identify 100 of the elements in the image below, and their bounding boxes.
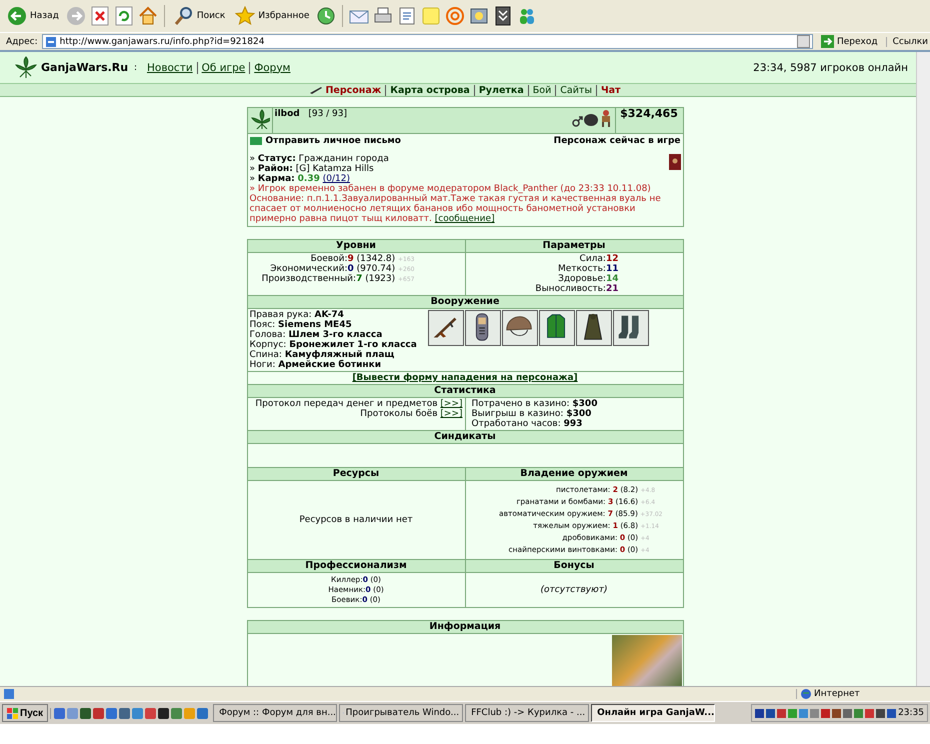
section-header: Статистика (247, 384, 683, 398)
toolbar-button[interactable]: Назад (4, 4, 62, 28)
helmet-icon[interactable] (502, 310, 538, 346)
photo-placeholder (612, 635, 682, 686)
document-icon[interactable] (397, 6, 418, 26)
menu-link[interactable]: Бой (532, 84, 552, 96)
search-icon (174, 6, 194, 26)
taskbar-button[interactable]: Онлайн игра GanjaW... (591, 704, 716, 722)
address-label: Адрес: (6, 36, 38, 46)
section-header: Бонусы (465, 560, 683, 572)
passport-icon (668, 154, 680, 170)
rifle-icon[interactable] (428, 310, 464, 346)
app-icon[interactable] (158, 708, 170, 718)
section-header: Профессионализм (247, 560, 465, 572)
protocol-link[interactable]: [>>] (440, 409, 462, 419)
parameter-label: Выносливость: (535, 284, 606, 294)
nav-link[interactable]: Об игре (196, 62, 250, 74)
parameter-value: 11 (606, 264, 618, 274)
toolbar-button[interactable]: Избранное (232, 4, 312, 28)
slot-item: Шлем 3-го класса (288, 330, 382, 340)
slot-item: Siemens ME45 (278, 320, 352, 330)
private-message-link[interactable]: Отправить личное письмо (266, 136, 401, 146)
taskbar-button[interactable]: Форум :: Форум для вн... (213, 704, 338, 722)
stat-value: 993 (564, 419, 582, 429)
slot-item: AK-74 (314, 310, 344, 320)
scrollbar[interactable] (916, 52, 930, 686)
menu-link[interactable]: Персонаж (309, 84, 382, 96)
taskbar-button[interactable]: FFClub :) -> Курилка - ... (465, 704, 590, 722)
nav-link[interactable]: Новости (143, 62, 197, 74)
karma-votes-link[interactable]: (0/12) (322, 174, 350, 184)
stop-icon[interactable] (90, 6, 110, 26)
nav-link[interactable]: Форум (249, 62, 294, 74)
globe-icon (801, 689, 811, 699)
parameter-label: Меткость: (558, 264, 606, 274)
refresh-icon[interactable] (114, 6, 134, 26)
dropdown-arrow-button[interactable] (796, 35, 810, 48)
vest-icon[interactable] (538, 310, 574, 346)
money-amount: $324,465 (620, 107, 678, 120)
protocol-label: Протоколы боёв (360, 409, 438, 419)
at-sign-icon[interactable] (445, 6, 466, 26)
page-icon (44, 36, 57, 48)
parameter-value: 14 (606, 274, 618, 284)
slot-item: Армейские ботинки (278, 360, 382, 370)
male-sign-icon (572, 115, 582, 127)
menu-link[interactable]: Чат (600, 84, 621, 96)
site-logo-text[interactable]: GanjaWars.Ru (41, 61, 128, 74)
online-status: 23:34, 5987 игроков онлайн (753, 62, 908, 74)
slot-label: Пояс: (250, 320, 276, 330)
level-label: Производственный: (262, 274, 356, 284)
slot-label: Голова: (250, 330, 286, 340)
slot-item: Бронежилет 1-го класса (289, 340, 417, 350)
level-label: Боевой: (310, 254, 348, 264)
level-label: Экономический: (270, 264, 348, 274)
history-icon[interactable] (316, 6, 336, 26)
section-header: Вооружение (247, 296, 683, 308)
start-button[interactable]: Пуск (2, 704, 48, 722)
page-icon (4, 689, 14, 699)
leaf-icon (250, 109, 270, 129)
player-name: ilbod (274, 109, 300, 119)
protocol-label: Протокол передач денег и предметов (255, 399, 438, 409)
go-arrow-icon (820, 35, 834, 48)
toolbar-button[interactable]: Поиск (170, 4, 228, 28)
clock-text: 23:35 (898, 708, 924, 718)
archive-icon[interactable] (493, 6, 514, 26)
resources-text: Ресурсов в наличии нет (299, 515, 413, 525)
leaf-logo-icon[interactable] (14, 56, 38, 80)
menu-link[interactable]: Сайты (560, 84, 592, 96)
level-score: (1923) (365, 274, 396, 284)
envelope-icon[interactable] (250, 137, 262, 145)
parameter-value: 12 (606, 254, 618, 264)
address-field[interactable]: http://www.ganjawars.ru/info.php?id=921824 (42, 34, 813, 49)
taskbar-button[interactable]: Проигрыватель Windo... (339, 704, 464, 722)
boots-icon[interactable] (612, 310, 648, 346)
parameter-label: Здоровье: (558, 274, 606, 284)
windows-logo-icon (7, 708, 18, 718)
menu-link[interactable]: Рулетка (478, 84, 524, 96)
go-button[interactable]: Переход (816, 35, 882, 48)
section-header: Владение оружием (465, 468, 683, 480)
home-icon[interactable] (138, 6, 158, 26)
section-header: Синдикаты (247, 430, 683, 444)
app-icon[interactable] (80, 708, 92, 718)
protocol-link[interactable]: [>>] (440, 399, 462, 409)
cloak-icon[interactable] (576, 310, 612, 346)
helmet-icon (582, 111, 598, 127)
ban-reason: Основание: п.п.1.1.Завуалированный мат.Таже такая густая и качественная вуаль не спасает от молниеносно летящих бананов ибо мощность банометной установки примерно равна пицот тыщ киловатт. [сообщение] (250, 194, 662, 224)
section-header: Параметры (465, 240, 683, 252)
message-link[interactable]: [сообщение] (434, 214, 495, 224)
slot-label: Правая рука: (250, 310, 312, 320)
online-presence-text: Персонаж сейчас в игре (554, 136, 680, 146)
ban-notice: » Игрок временно забанен в форуме модератором Black_Panther (до 23:33 10.11.08) (250, 184, 652, 194)
mobile-phone-icon[interactable] (464, 310, 500, 346)
links-toolbar-label[interactable]: Ссылки (886, 36, 928, 46)
profile-fact: » Статус: Гражданин города (250, 154, 390, 164)
media-icon[interactable] (469, 6, 490, 26)
logo-separator: : (132, 62, 137, 72)
stat-label: Потрачено в казино: (472, 399, 570, 409)
stat-value: $300 (572, 399, 598, 409)
hp-text: [93 / 93] (308, 109, 348, 119)
slot-label: Корпус: (250, 340, 286, 350)
menu-link[interactable]: Карта острова (390, 84, 470, 96)
